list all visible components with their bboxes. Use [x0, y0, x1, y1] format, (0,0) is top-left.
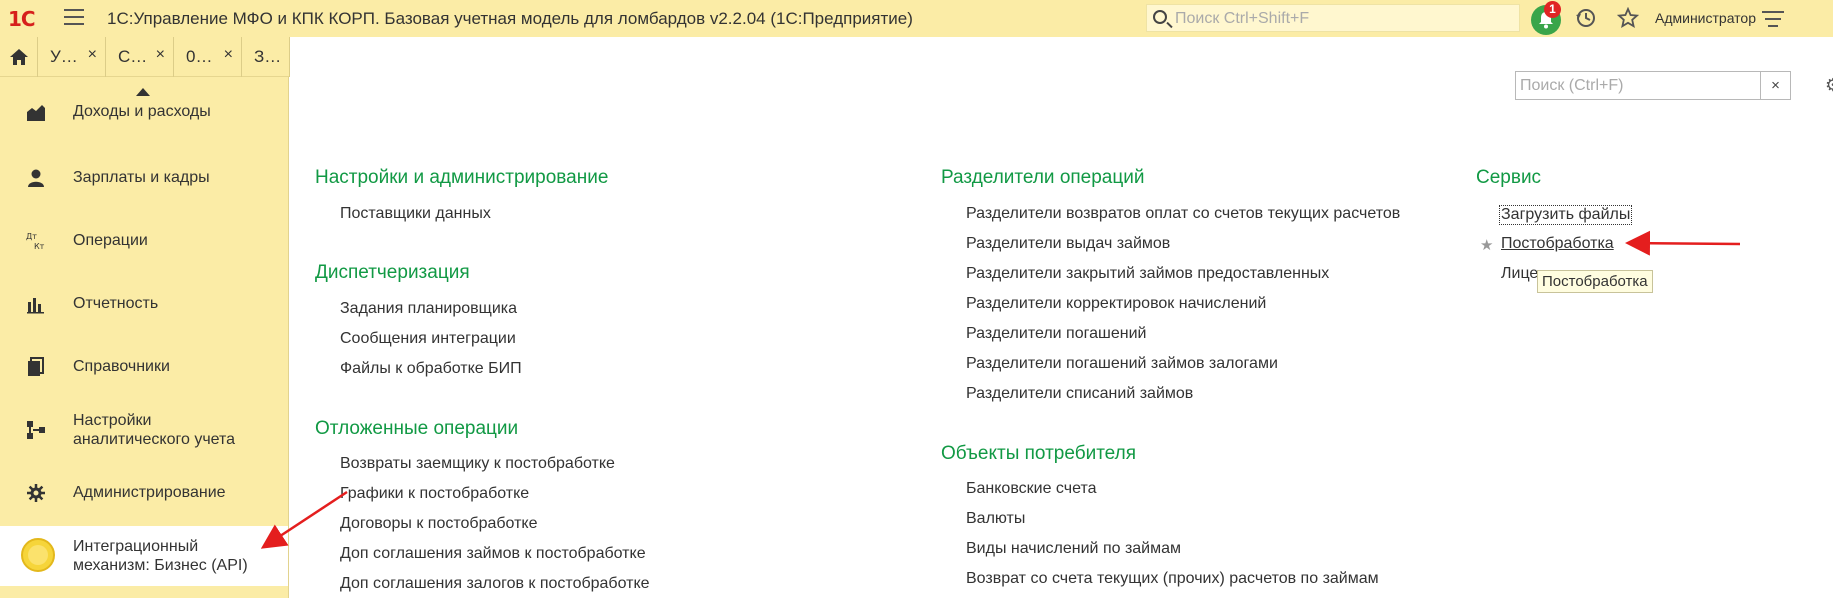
arrow-to-postprocessing	[1625, 230, 1741, 256]
arrow-to-integration-section	[260, 490, 348, 549]
annotation-arrows	[260, 230, 1741, 549]
